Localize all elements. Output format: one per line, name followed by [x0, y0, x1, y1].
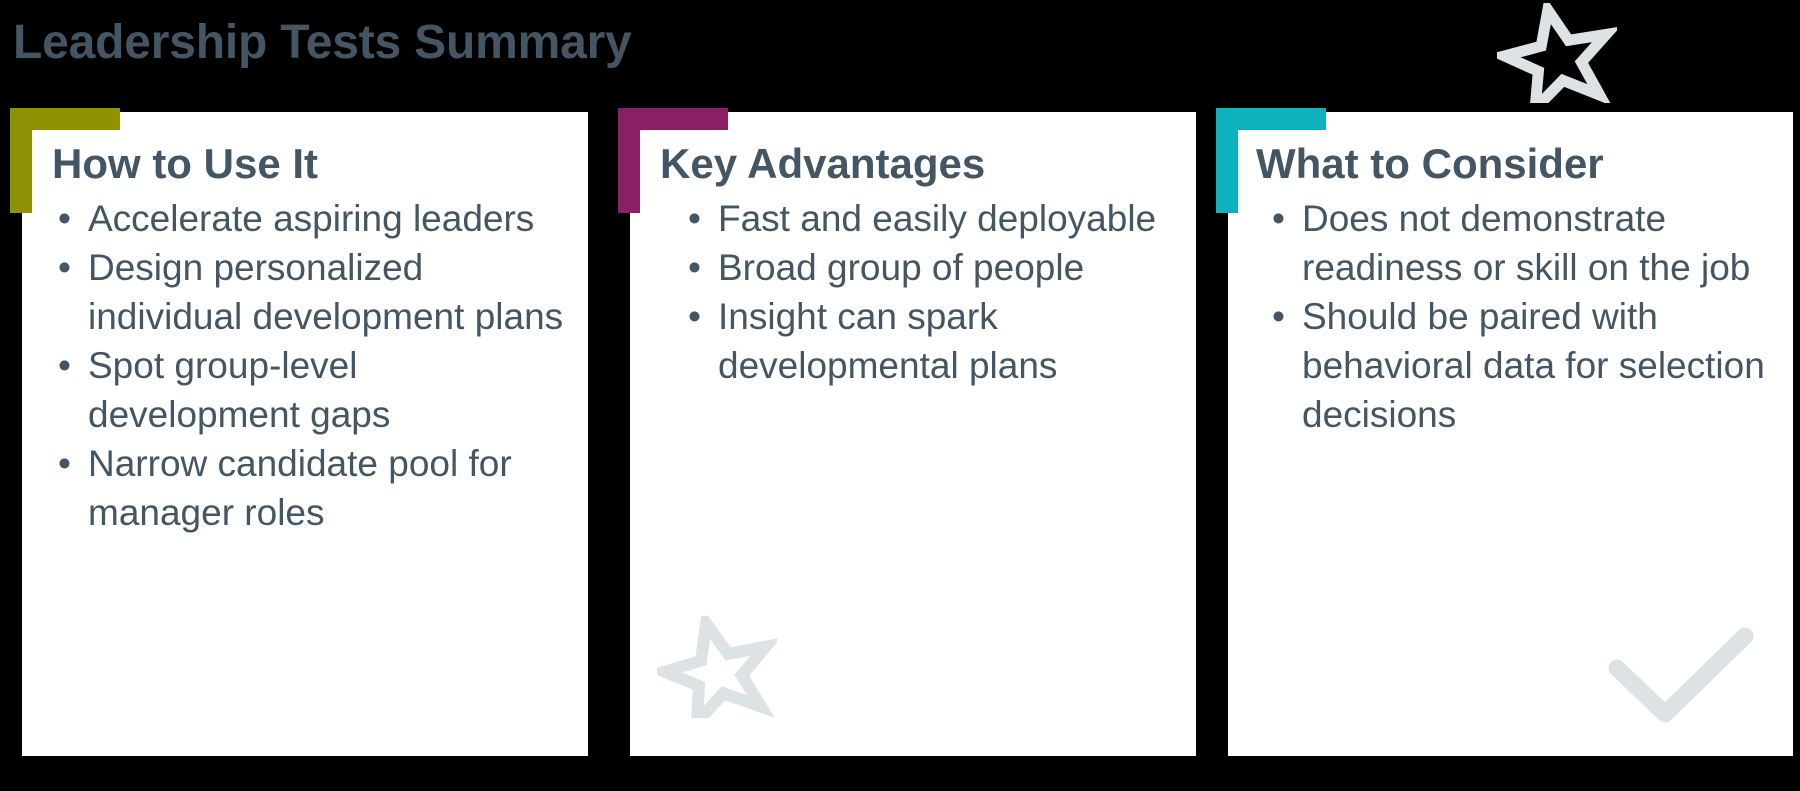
card-heading: How to Use It: [52, 140, 319, 187]
list-item: • Insight can spark developmental plans: [682, 292, 1178, 390]
bullet-list: • Accelerate aspiring leaders • Design p…: [52, 194, 570, 537]
slide-canvas: Leadership Tests Summary How to Use It •…: [0, 0, 1800, 791]
star-icon: [1488, 0, 1621, 124]
list-item-label: Fast and easily deployable: [718, 198, 1157, 240]
bullet-list: • Fast and easily deployable • Broad gro…: [682, 194, 1178, 390]
bullet-glyph: •: [58, 345, 71, 387]
card-content: How to Use It • Accelerate aspiring lead…: [22, 112, 588, 756]
bullet-glyph: •: [688, 247, 701, 289]
bullet-glyph: •: [1272, 198, 1285, 240]
card-heading: What to Consider: [1256, 140, 1604, 187]
list-item: • Fast and easily deployable: [682, 194, 1178, 243]
list-item-label: Insight can spark developmental plans: [718, 296, 1058, 387]
bullet-glyph: •: [688, 296, 701, 338]
list-item: • Design personalized individual develop…: [52, 243, 570, 341]
bullet-glyph: •: [688, 198, 701, 240]
list-item-label: Should be paired with behavioral data fo…: [1302, 296, 1765, 436]
card-what-to-consider: What to Consider • Does not demonstrate …: [1228, 112, 1793, 756]
bullet-glyph: •: [58, 198, 71, 240]
list-item: • Spot group-level development gaps: [52, 341, 570, 439]
bullet-glyph: •: [58, 247, 71, 289]
bullet-list: • Does not demonstrate readiness or skil…: [1266, 194, 1775, 439]
list-item-label: Does not demonstrate readiness or skill …: [1302, 198, 1751, 289]
bullet-glyph: •: [58, 443, 71, 485]
card-heading: Key Advantages: [660, 140, 986, 187]
page-title: Leadership Tests Summary: [13, 16, 632, 69]
list-item-label: Accelerate aspiring leaders: [88, 198, 535, 240]
card-how-to-use-it: How to Use It • Accelerate aspiring lead…: [22, 112, 588, 756]
list-item-label: Design personalized individual developme…: [88, 247, 564, 338]
list-item-label: Spot group-level development gaps: [88, 345, 391, 436]
list-item: • Accelerate aspiring leaders: [52, 194, 570, 243]
list-item: • Broad group of people: [682, 243, 1178, 292]
list-item: • Narrow candidate pool for manager role…: [52, 439, 570, 537]
list-item-label: Narrow candidate pool for manager roles: [88, 443, 512, 534]
list-item: • Does not demonstrate readiness or skil…: [1266, 194, 1775, 292]
list-item: • Should be paired with behavioral data …: [1266, 292, 1775, 439]
card-content: Key Advantages • Fast and easily deploya…: [630, 112, 1196, 756]
card-key-advantages: Key Advantages • Fast and easily deploya…: [630, 112, 1196, 756]
list-item-label: Broad group of people: [718, 247, 1085, 289]
bullet-glyph: •: [1272, 296, 1285, 338]
card-content: What to Consider • Does not demonstrate …: [1228, 112, 1793, 756]
